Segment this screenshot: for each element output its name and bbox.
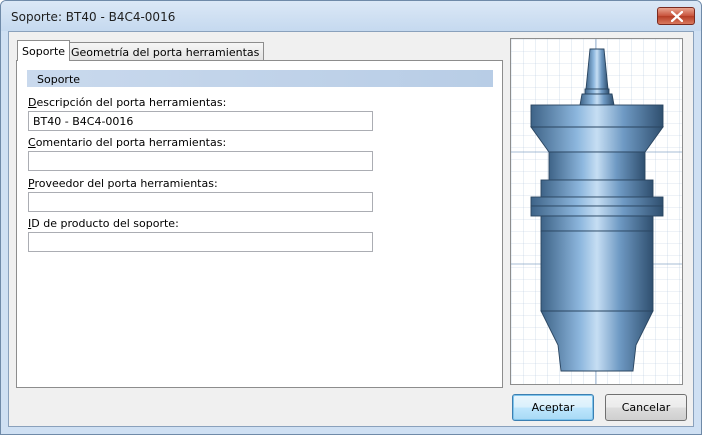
product-id-label: ID de producto del soporte:	[28, 217, 179, 230]
section-header: Soporte	[27, 70, 493, 87]
tool-holder-image	[511, 39, 682, 384]
close-button[interactable]	[657, 7, 695, 25]
description-input[interactable]	[28, 111, 373, 131]
dialog-client-area: Soporte Geometría del porta herramientas…	[8, 31, 694, 427]
tab-geometria[interactable]: Geometría del porta herramientas	[66, 42, 265, 60]
dialog-window: Soporte: BT40 - B4C4-0016 Soporte Geomet…	[0, 0, 702, 435]
tab-soporte[interactable]: Soporte	[17, 40, 71, 61]
accept-button[interactable]: Aceptar	[512, 394, 594, 421]
comment-label: Comentario del porta herramientas:	[28, 136, 227, 149]
cancel-button[interactable]: Cancelar	[605, 394, 687, 421]
product-id-input[interactable]	[28, 232, 373, 252]
window-title: Soporte: BT40 - B4C4-0016	[11, 10, 176, 24]
supplier-label: Proveedor del porta herramientas:	[28, 177, 218, 190]
close-icon	[671, 11, 683, 22]
supplier-input[interactable]	[28, 192, 373, 212]
comment-input[interactable]	[28, 151, 373, 171]
description-label: Descripción del porta herramientas:	[28, 96, 227, 109]
tab-panel-soporte: Soporte Descripción del porta herramient…	[16, 60, 503, 388]
holder-preview	[510, 38, 683, 385]
title-bar[interactable]: Soporte: BT40 - B4C4-0016	[1, 1, 701, 31]
